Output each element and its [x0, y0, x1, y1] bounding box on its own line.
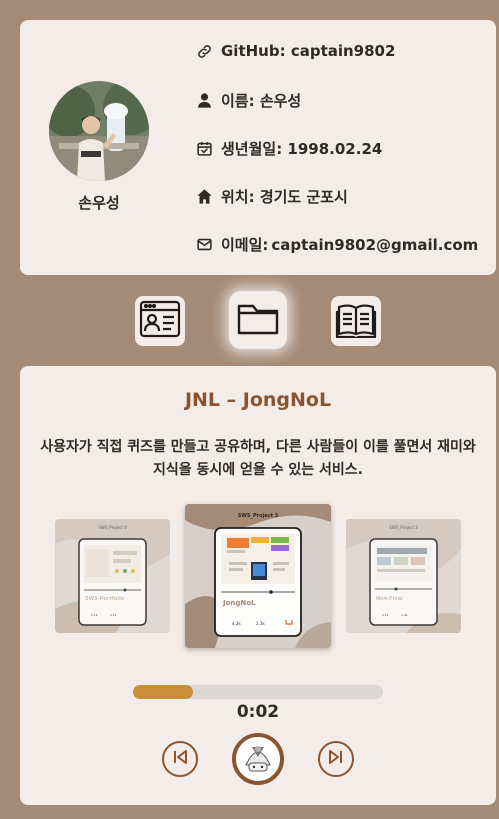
book-icon	[334, 300, 378, 342]
slide-header: SWS_Project 2	[389, 525, 418, 530]
email-text: captain9802@gmail.com	[271, 235, 479, 254]
name-text: 이름: 손우성	[221, 92, 302, 110]
slide-header: SWS_Project 3	[237, 513, 279, 519]
progress-fill	[133, 685, 193, 699]
home-icon	[196, 188, 213, 205]
location-row: 위치: 경기도 군포시	[196, 186, 348, 207]
location-text: 위치: 경기도 군포시	[221, 188, 348, 206]
next-button[interactable]	[318, 741, 354, 777]
character-icon	[236, 737, 280, 781]
project-slide-sws-portfolio[interactable]: SWS_Project 4 SWS-Portfolio 1.1k 1.1k	[55, 519, 170, 633]
project-title: JNL – JongNoL	[184, 389, 332, 411]
slide-comments: 2.1k	[256, 621, 265, 626]
slide-name: No4-Final	[376, 596, 403, 602]
birth-text: 생년월일: 1998.02.24	[221, 140, 383, 158]
tab-projects[interactable]	[229, 291, 287, 349]
slide-comments: 1.4k	[401, 613, 408, 617]
github-row[interactable]: GitHub: captain9802	[196, 42, 395, 60]
time-label: 0:02	[236, 702, 280, 722]
link-icon	[196, 43, 213, 60]
previous-button[interactable]	[162, 741, 198, 777]
skip-previous-icon	[171, 748, 189, 770]
slide-comments: 1.1k	[110, 613, 117, 617]
project-card: JNL – JongNoL 사용자가 직접 퀴즈를 만들고 공유하며, 다른 사…	[20, 366, 496, 805]
slide-name: SWS-Portfolio	[85, 596, 125, 602]
calendar-check-icon	[196, 140, 213, 157]
slide-likes: 1.1k	[91, 613, 98, 617]
mail-icon	[196, 236, 213, 253]
tab-blog[interactable]	[331, 296, 381, 346]
name-row: 이름: 손우성	[196, 90, 301, 111]
profile-card-icon	[138, 299, 182, 343]
slide-likes: 1.1k	[382, 613, 389, 617]
play-disc-button[interactable]	[232, 733, 284, 785]
avatar	[49, 81, 149, 181]
project-description: 사용자가 직접 퀴즈를 만들고 공유하며, 다른 사람들이 이를 풀면서 재미와…	[40, 439, 476, 478]
user-icon	[196, 92, 213, 109]
project-slide-jongnol[interactable]: SWS_Project 3 JongNoL 4.2k 2.1k	[185, 504, 331, 648]
slide-header: SWS_Project 4	[98, 525, 127, 530]
github-text: GitHub: captain9802	[221, 42, 396, 60]
tab-profile[interactable]	[135, 296, 185, 346]
progress-track[interactable]	[133, 685, 383, 699]
profile-card: 손우성 GitHub: captain9802 이름: 손우성 생년월일: 19…	[20, 20, 496, 275]
folder-icon	[236, 299, 280, 341]
email-label: 이메일:	[221, 236, 269, 254]
email-row[interactable]: 이메일: captain9802@gmail.com	[196, 234, 478, 255]
project-slide-no4-final[interactable]: SWS_Project 2 No4-Final 1.1k 1.4k	[346, 519, 461, 633]
slide-name: JongNoL	[223, 599, 256, 607]
birth-row: 생년월일: 1998.02.24	[196, 138, 382, 159]
skip-next-icon	[327, 748, 345, 770]
slide-likes: 4.2k	[232, 621, 241, 626]
owner-name: 손우성	[78, 194, 120, 212]
